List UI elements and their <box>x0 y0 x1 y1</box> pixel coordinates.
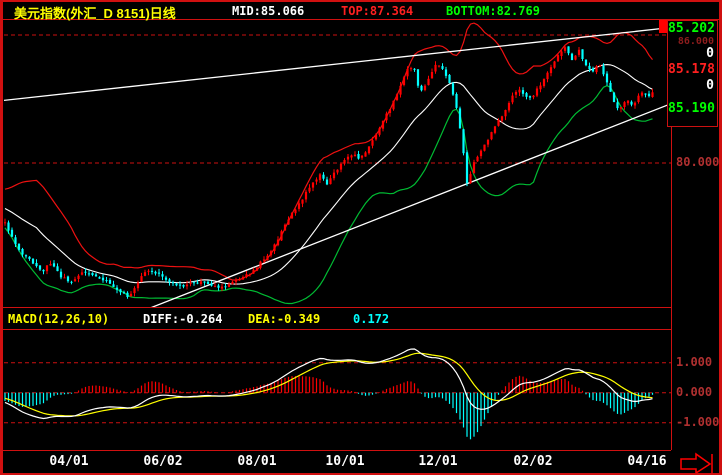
macd-axis-label: -1.000 <box>676 414 720 429</box>
date-label[interactable]: 04/16 <box>627 454 666 469</box>
macd-pane[interactable] <box>4 348 671 440</box>
chart-canvas[interactable] <box>0 0 722 475</box>
macd-axis-label: 1.000 <box>676 354 713 369</box>
macd-indicator-name[interactable]: MACD(12,26,10) <box>8 312 109 326</box>
trendline-0 <box>4 26 671 102</box>
macd-diff-value: DIFF:-0.264 <box>143 312 223 326</box>
diff-line <box>4 348 653 420</box>
bollinger-lower-band <box>4 85 653 305</box>
date-label[interactable]: 04/01 <box>49 454 88 469</box>
boll-top-value: TOP:87.364 <box>341 4 414 18</box>
macd-bar-value: 0.172 <box>353 312 390 326</box>
macd-header-bottom-line <box>3 329 671 330</box>
trendline-1 <box>150 103 671 307</box>
date-label[interactable]: 08/01 <box>237 454 276 469</box>
candlestick-series <box>4 45 654 299</box>
boll-mid-value: MID:85.066 <box>232 4 305 18</box>
window-border-top <box>0 0 722 2</box>
main-price-pane[interactable] <box>3 22 671 308</box>
window-border-left <box>0 0 3 475</box>
macd-header-top-line <box>3 307 671 308</box>
date-axis: 04/01 06/02 08/01 10/01 12/01 02/02 04/16 <box>0 454 722 472</box>
macd-axis-label: 0.000 <box>676 384 713 399</box>
macd-dea-value: DEA:-0.349 <box>248 312 321 326</box>
date-axis-line <box>3 450 671 451</box>
boll-bottom-value: BOTTOM:82.769 <box>446 4 540 18</box>
bollinger-mid-band <box>4 64 653 285</box>
date-label[interactable]: 02/02 <box>513 454 552 469</box>
instrument-title[interactable]: 美元指数(外汇_D 8151)日线 <box>14 3 176 22</box>
date-label[interactable]: 06/02 <box>143 454 182 469</box>
date-label[interactable]: 10/01 <box>325 454 364 469</box>
macd-axis: 1.000 0.000 -1.000 <box>672 0 722 475</box>
date-label[interactable]: 12/01 <box>418 454 457 469</box>
app-window: 美元指数(外汇_D 8151)日线 MID:85.066 TOP:87.364 … <box>0 0 722 475</box>
